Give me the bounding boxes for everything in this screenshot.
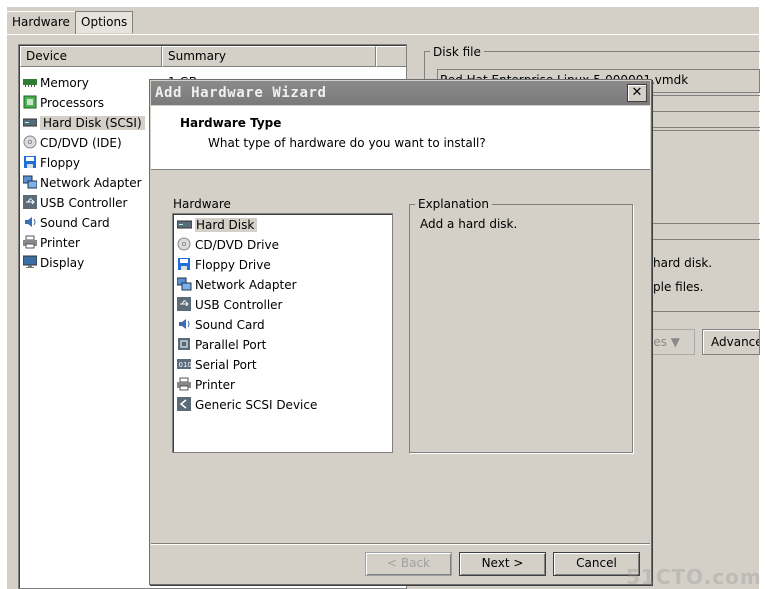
display-icon (23, 255, 37, 269)
list-item-label: Generic SCSI Device (195, 398, 318, 412)
add-hardware-wizard-dialog: Add Hardware Wizard ✕ Hardware Type What… (149, 79, 652, 585)
divider (647, 111, 760, 112)
network-adapter-icon (177, 277, 192, 291)
device-label: Network Adapter (40, 176, 142, 190)
parallel-port-icon (177, 337, 192, 351)
close-icon: ✕ (631, 85, 643, 100)
list-item-serial-port[interactable]: 010 Serial Port (177, 355, 257, 375)
explanation-label: Explanation (415, 197, 492, 211)
divider (647, 239, 760, 240)
list-item-floppy-drive[interactable]: Floppy Drive (177, 255, 271, 275)
device-label: Sound Card (40, 216, 110, 230)
hardware-list-label: Hardware (173, 197, 231, 211)
list-item-label: Sound Card (195, 318, 265, 332)
device-label: Printer (40, 236, 80, 250)
floppy-icon (23, 155, 37, 169)
svg-text:010: 010 (179, 361, 192, 369)
device-row-floppy[interactable]: Floppy (23, 154, 80, 173)
divider (647, 95, 760, 96)
next-button[interactable]: Next > (459, 552, 546, 576)
scsi-device-icon (177, 397, 192, 411)
divider (647, 127, 760, 128)
tab-options[interactable]: Options (75, 11, 134, 33)
disk-file-label: Disk file (430, 45, 484, 59)
list-item-printer[interactable]: Printer (177, 375, 235, 395)
column-header-summary[interactable]: Summary (162, 46, 376, 67)
device-label: Hard Disk (SCSI) (40, 116, 145, 130)
device-label: CD/DVD (IDE) (40, 136, 122, 150)
device-row-network-adapter[interactable]: Network Adapter (23, 174, 142, 193)
list-item-label: CD/DVD Drive (195, 238, 279, 252)
disk-info-text: hard disk. (653, 256, 713, 270)
chevron-down-icon: ▼ (670, 335, 681, 349)
device-label: USB Controller (40, 196, 128, 210)
printer-icon (23, 235, 37, 249)
list-item-label: Parallel Port (195, 338, 267, 352)
page-title: Hardware Type (180, 116, 282, 130)
device-label: Floppy (40, 156, 80, 170)
explanation-group (409, 204, 633, 453)
network-adapter-icon (23, 175, 37, 189)
device-label: Memory (40, 76, 89, 90)
sound-card-icon (23, 215, 37, 229)
list-item-parallel-port[interactable]: Parallel Port (177, 335, 266, 355)
list-item-network-adapter[interactable]: Network Adapter (177, 275, 297, 295)
list-item-label: Serial Port (195, 358, 257, 372)
divider (647, 311, 760, 312)
device-row-printer[interactable]: Printer (23, 234, 80, 253)
list-item-generic-scsi-device[interactable]: Generic SCSI Device (177, 395, 317, 415)
device-label: Processors (40, 96, 105, 110)
list-item-label: USB Controller (195, 298, 283, 312)
cd-dvd-icon (23, 135, 37, 149)
device-row-processors[interactable]: Processors (23, 94, 104, 113)
printer-icon (177, 377, 192, 391)
device-row-hard-disk-scsi[interactable]: Hard Disk (SCSI) (23, 114, 145, 133)
list-item-cd-dvd-drive[interactable]: CD/DVD Drive (177, 235, 279, 255)
device-row-cd-dvd[interactable]: CD/DVD (IDE) (23, 134, 122, 153)
list-item-usb-controller[interactable]: USB Controller (177, 295, 282, 315)
list-item-hard-disk[interactable]: Hard Disk (177, 215, 258, 235)
usb-icon (23, 195, 37, 209)
list-item-label: Network Adapter (195, 278, 297, 292)
hard-disk-icon (177, 217, 192, 231)
device-row-sound-card[interactable]: Sound Card (23, 214, 110, 233)
tab-hardware[interactable]: Hardware (7, 11, 76, 35)
advanced-button[interactable]: Advance (702, 329, 760, 355)
column-header-filler (376, 46, 406, 67)
dialog-titlebar[interactable]: Add Hardware Wizard ✕ (151, 81, 650, 105)
wizard-header: Hardware Type What type of hardware do y… (151, 106, 650, 170)
column-header-device[interactable]: Device (20, 46, 162, 67)
processor-icon (23, 95, 37, 109)
device-row-memory[interactable]: Memory (23, 74, 89, 93)
utilities-dropdown-button[interactable]: ies ▼ (647, 329, 695, 355)
usb-icon (177, 297, 192, 311)
list-item-sound-card[interactable]: Sound Card (177, 315, 265, 335)
button-label: ies (650, 335, 667, 349)
list-item-label: Hard Disk (195, 218, 258, 232)
explanation-text: Add a hard disk. (420, 217, 518, 231)
watermark: 51CTO.com (626, 565, 762, 589)
serial-port-icon: 010 (177, 357, 192, 371)
list-item-label: Printer (195, 378, 235, 392)
divider (647, 223, 760, 224)
cd-dvd-icon (177, 237, 192, 251)
device-label: Display (40, 256, 85, 270)
hard-disk-icon (23, 115, 37, 129)
sound-card-icon (177, 317, 192, 331)
disk-info-text: ple files. (653, 280, 704, 294)
close-button[interactable]: ✕ (627, 84, 647, 102)
dialog-title: Add Hardware Wizard (155, 85, 327, 101)
hardware-type-list[interactable]: Hard Disk CD/DVD Drive Floppy Drive Netw… (172, 213, 393, 453)
device-row-display[interactable]: Display (23, 254, 84, 273)
memory-icon (23, 75, 37, 89)
back-button[interactable]: < Back (365, 552, 452, 576)
floppy-icon (177, 257, 192, 271)
list-item-label: Floppy Drive (195, 258, 271, 272)
page-subtitle: What type of hardware do you want to ins… (208, 136, 486, 150)
device-row-usb-controller[interactable]: USB Controller (23, 194, 127, 213)
tab-divider (7, 34, 760, 35)
button-separator (151, 543, 650, 545)
